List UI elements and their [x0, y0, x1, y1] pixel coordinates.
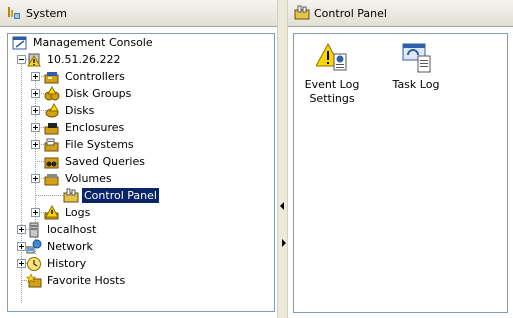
tree-item-label: File Systems	[65, 138, 134, 151]
expander-enclosures[interactable]	[31, 123, 40, 132]
tree-item-saved-queries[interactable]: Saved Queries	[44, 153, 147, 170]
tree-item-label: Favorite Hosts	[47, 274, 126, 287]
network-icon	[26, 239, 42, 253]
localhost-icon	[29, 222, 39, 237]
expander-file-systems[interactable]	[31, 140, 40, 149]
system-pane-title: System	[26, 6, 68, 20]
tree-item-label: Management Console	[33, 36, 153, 49]
expander-disk-groups[interactable]	[31, 89, 40, 98]
collapse-right-arrow-icon[interactable]	[282, 239, 286, 247]
expander-volumes[interactable]	[31, 174, 40, 183]
management-console-icon	[12, 36, 27, 49]
event-log-settings-item[interactable]: Event Log Settings	[297, 42, 367, 106]
system-pane-header: System	[0, 0, 277, 27]
tree-item-disk-groups[interactable]: Disk Groups	[44, 85, 133, 102]
expander-server[interactable]	[17, 55, 26, 64]
disk-groups-icon	[44, 85, 60, 100]
controllers-icon	[44, 71, 59, 83]
task-log-label: Task Log	[392, 78, 440, 91]
event-log-settings-label-line2: Settings	[309, 92, 355, 105]
tree-item-management-console[interactable]: Management Console	[12, 34, 155, 51]
tree-item-label: Volumes	[65, 172, 112, 185]
event-log-settings-icon	[316, 42, 347, 71]
tree-item-label: Disk Groups	[65, 87, 132, 100]
expander-disks[interactable]	[31, 106, 40, 115]
tree-item-label: Control Panel	[81, 187, 160, 204]
control-panel-pane-title: Control Panel	[314, 6, 387, 20]
tree-item-network[interactable]: Network	[26, 238, 95, 255]
system-pane: System Management Console 10.51.26.222 C…	[0, 0, 277, 318]
tree-item-enclosures[interactable]: Enclosures	[44, 119, 126, 136]
collapse-left-arrow-icon[interactable]	[280, 202, 284, 210]
enclosures-icon	[44, 122, 59, 134]
tree-item-label: Controllers	[65, 70, 125, 83]
expander-history[interactable]	[17, 259, 26, 268]
tree-item-label: History	[47, 257, 87, 270]
file-systems-icon	[44, 138, 59, 151]
task-log-icon	[402, 43, 431, 73]
expander-localhost[interactable]	[17, 225, 26, 234]
logs-warning-icon	[44, 204, 59, 219]
tree-item-volumes[interactable]: Volumes	[44, 170, 114, 187]
system-icon	[8, 7, 20, 19]
favorite-hosts-icon	[26, 272, 42, 287]
tree-item-history[interactable]: History	[26, 255, 88, 272]
system-tree: Management Console 10.51.26.222 Controll…	[8, 34, 274, 311]
history-icon	[27, 256, 41, 271]
tree-item-label: Network	[47, 240, 93, 253]
tree-item-favorite-hosts[interactable]: Favorite Hosts	[26, 272, 127, 289]
expander-network[interactable]	[17, 242, 26, 251]
volumes-icon	[44, 173, 59, 185]
control-panel-content: Event Log Settings Task Log	[293, 33, 508, 313]
tree-item-label: Saved Queries	[65, 155, 145, 168]
disks-icon	[45, 102, 59, 117]
tree-item-label: localhost	[47, 223, 97, 236]
control-panel-icon	[63, 188, 79, 202]
tree-item-label: Enclosures	[65, 121, 125, 134]
tree-item-label: Disks	[65, 104, 95, 117]
pane-splitter[interactable]	[277, 0, 288, 318]
tree-item-server[interactable]: 10.51.26.222	[26, 51, 122, 68]
tree-item-controllers[interactable]: Controllers	[44, 68, 127, 85]
task-log-item[interactable]: Task Log	[381, 42, 451, 92]
tree-item-file-systems[interactable]: File Systems	[44, 136, 136, 153]
event-log-settings-label-line1: Event Log	[304, 78, 360, 91]
tree-item-control-panel[interactable]: Control Panel	[63, 187, 160, 204]
server-warning-icon	[27, 53, 41, 66]
control-panel-icon	[294, 5, 310, 20]
tree-item-disks[interactable]: Disks	[44, 102, 96, 119]
system-tree-panel: Management Console 10.51.26.222 Controll…	[7, 33, 275, 312]
control-panel-pane: Control Panel Event Log Settings Task Lo…	[288, 0, 513, 318]
control-panel-pane-header: Control Panel	[288, 0, 513, 27]
saved-queries-icon	[44, 157, 59, 168]
tree-item-localhost[interactable]: localhost	[26, 221, 98, 238]
tree-item-label: 10.51.26.222	[47, 53, 121, 66]
tree-item-label: Logs	[65, 206, 91, 219]
tree-item-logs[interactable]: Logs	[44, 204, 92, 221]
expander-logs[interactable]	[31, 208, 40, 217]
expander-controllers[interactable]	[31, 72, 40, 81]
